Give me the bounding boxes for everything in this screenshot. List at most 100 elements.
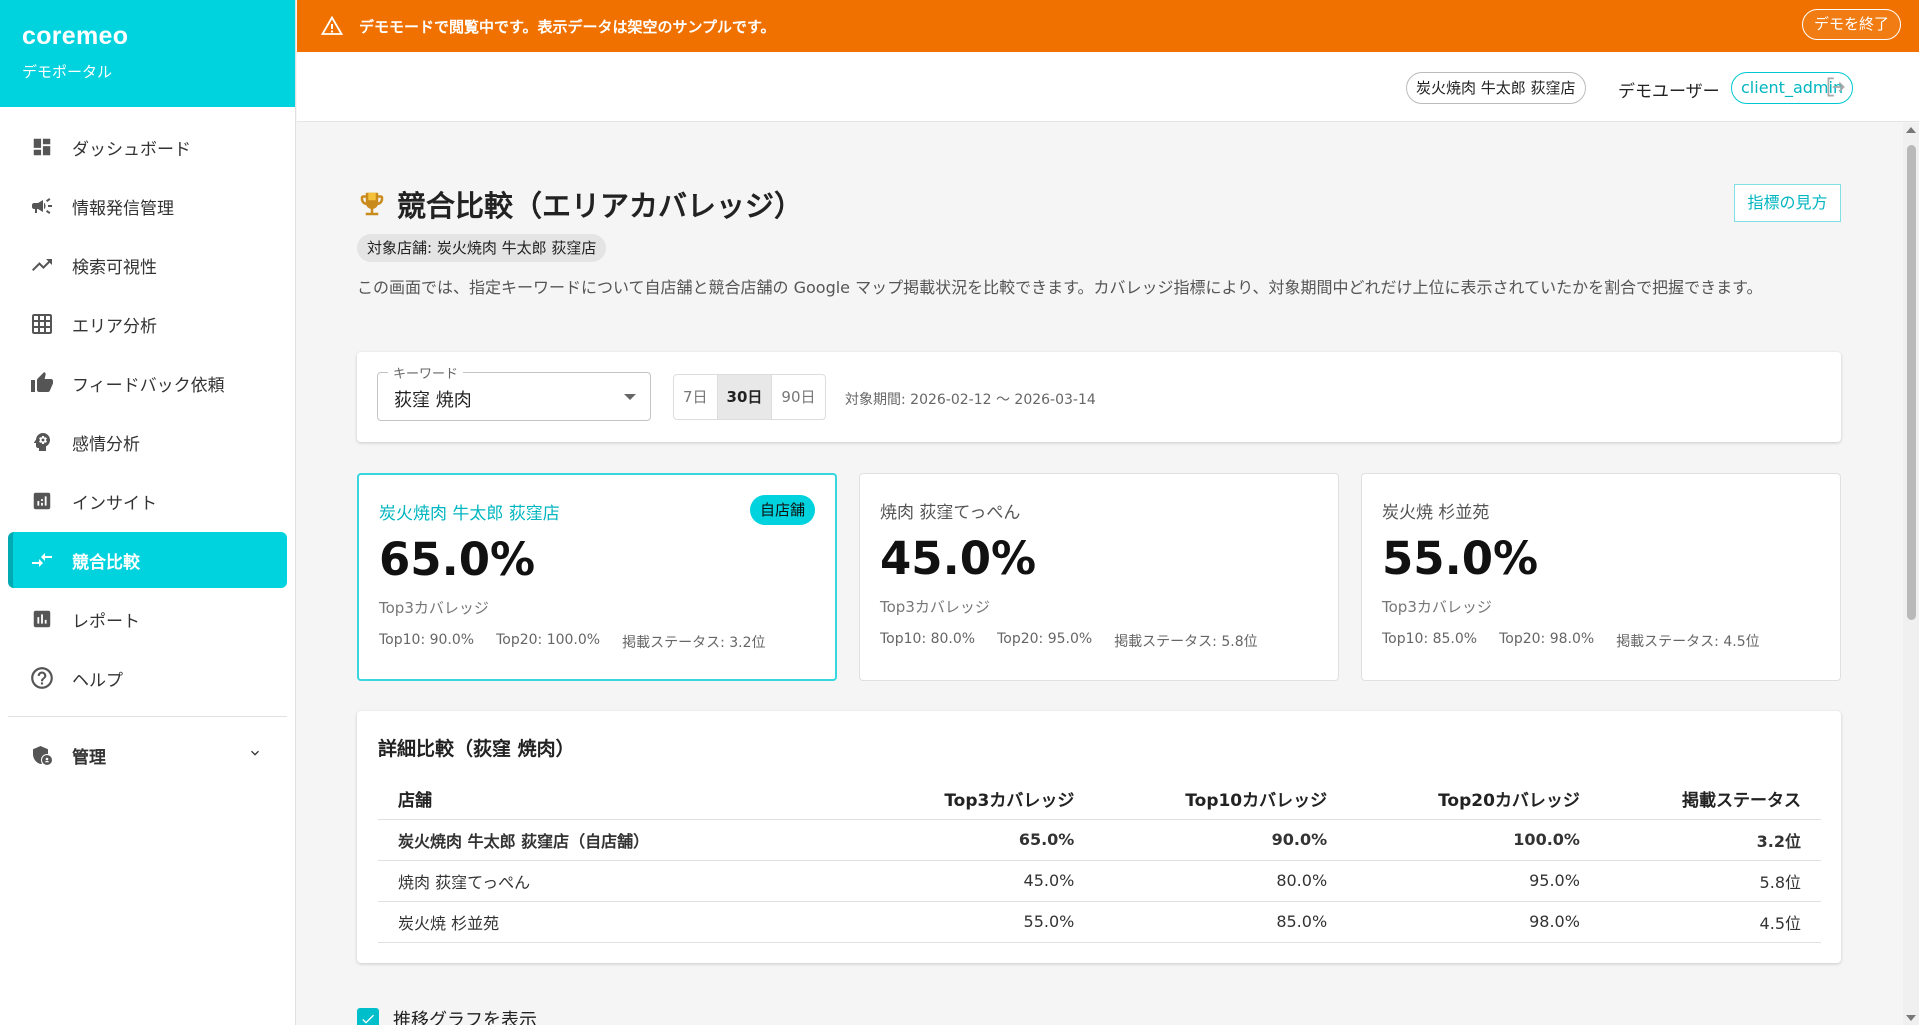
card-top3-label: Top3カバレッジ — [880, 598, 990, 616]
table-cell: 90.0% — [1094, 819, 1348, 861]
demo-banner-message: デモモードで閲覧中です。表示データは架空のサンプルです。 — [359, 17, 776, 36]
trend-graph-label: 推移グラフを表示 — [393, 1010, 537, 1025]
vertical-scrollbar[interactable] — [1903, 123, 1919, 1025]
sidebar-item-search-visibility[interactable]: 検索可視性 — [8, 237, 287, 293]
sidebar-item-label: 競合比較 — [72, 552, 140, 573]
card-top3-value: 45.0% — [880, 532, 1037, 585]
card-top3-value: 65.0% — [379, 533, 536, 586]
card-store-name: 炭火焼 杉並苑 — [1382, 503, 1490, 523]
checkbox-checked-icon[interactable] — [357, 1008, 379, 1025]
sidebar-item-competitor-comparison[interactable]: 競合比較 — [8, 532, 287, 588]
psychology-icon — [28, 428, 56, 456]
coverage-card-competitor: 焼肉 荻窪てっぺん 45.0% Top3カバレッジ Top10: 80.0% T… — [859, 473, 1339, 681]
table-row: 焼肉 荻窪てっぺん 45.0% 80.0% 95.0% 5.8位 — [378, 860, 1821, 902]
card-store-name: 炭火焼肉 牛太郎 荻窪店 — [379, 504, 560, 524]
table-row: 炭火焼 杉並苑 55.0% 85.0% 98.0% 4.5位 — [378, 901, 1821, 943]
trend-graph-toggle[interactable]: 推移グラフを表示 — [357, 1006, 537, 1025]
table-cell: 85.0% — [1094, 901, 1348, 943]
app-logo: coremeo — [22, 22, 129, 50]
own-store-badge: 自店舗 — [749, 495, 815, 525]
table-cell: 炭火焼 杉並苑 — [378, 901, 858, 943]
chevron-down-icon — [247, 745, 263, 766]
sidebar-item-area-analysis[interactable]: エリア分析 — [8, 296, 287, 352]
table-cell: 炭火焼肉 牛太郎 荻窪店（自店舗） — [378, 819, 858, 861]
card-top20: Top20: 95.0% — [997, 631, 1093, 647]
dashboard-icon — [28, 133, 56, 161]
metric-guide-button[interactable]: 指標の見方 — [1734, 184, 1841, 222]
page-title: 競合比較（エリアカバレッジ） — [357, 183, 803, 225]
sidebar: coremeo デモポータル ダッシュボード 情報発信管理 検索可視性 エリア分… — [0, 0, 296, 1025]
warning-icon — [319, 14, 345, 38]
detail-title: 詳細比較（荻窪 焼肉） — [378, 738, 575, 760]
sidebar-item-label: 情報発信管理 — [72, 198, 174, 219]
table-cell: 100.0% — [1347, 819, 1600, 861]
user-name: デモユーザー — [1618, 82, 1720, 102]
keyword-label: キーワード — [388, 363, 464, 382]
bar-chart-icon — [28, 605, 56, 633]
target-store-chip: 対象店舗: 炭火焼肉 牛太郎 荻窪店 — [357, 234, 607, 262]
target-period: 対象期間: 2026-02-12 〜 2026-03-14 — [845, 392, 1096, 408]
grid-icon — [28, 310, 56, 338]
card-top20: Top20: 98.0% — [1499, 631, 1595, 647]
scroll-down-arrow-icon[interactable] — [1906, 1015, 1916, 1021]
card-meta: Top10: 85.0% Top20: 98.0% 掲載ステータス: 4.5位 — [1382, 631, 1760, 651]
sidebar-item-feedback[interactable]: フィードバック依頼 — [8, 355, 287, 411]
brand-header[interactable]: coremeo デモポータル — [0, 0, 295, 107]
table-cell: 焼肉 荻窪てっぺん — [378, 860, 858, 902]
coverage-card-own: 炭火焼肉 牛太郎 荻窪店 自店舗 65.0% Top3カバレッジ Top10: … — [357, 473, 837, 681]
trending-up-icon — [28, 251, 56, 279]
sidebar-item-dashboard[interactable]: ダッシュボード — [8, 119, 287, 175]
detail-comparison-panel: 詳細比較（荻窪 焼肉） 店舗 Top3カバレッジ Top10カバレッジ Top2… — [357, 711, 1841, 963]
range-30d-button[interactable]: 30日 — [717, 375, 773, 419]
card-store-name: 焼肉 荻窪てっぺん — [880, 503, 1021, 523]
logout-icon[interactable] — [1823, 74, 1849, 104]
sidebar-item-insights[interactable]: インサイト — [8, 473, 287, 529]
keyword-value: 荻窪 焼肉 — [394, 390, 472, 411]
page-title-text: 競合比較（エリアカバレッジ） — [397, 189, 804, 223]
top-header: 炭火焼肉 牛太郎 荻窪店 デモユーザー client_admin — [297, 52, 1919, 122]
card-meta: Top10: 90.0% Top20: 100.0% 掲載ステータス: 3.2位 — [379, 632, 766, 652]
sidebar-item-label: 管理 — [72, 747, 106, 768]
table-cell: 80.0% — [1094, 860, 1348, 902]
end-demo-button[interactable]: デモを終了 — [1801, 9, 1901, 40]
sidebar-item-label: フィードバック依頼 — [72, 375, 225, 396]
card-top10: Top10: 80.0% — [880, 631, 976, 647]
scroll-up-arrow-icon[interactable] — [1906, 127, 1916, 133]
sidebar-item-label: 感情分析 — [72, 434, 140, 455]
card-top10: Top10: 85.0% — [1382, 631, 1478, 647]
range-toggle-group: 7日 30日 90日 — [673, 374, 826, 420]
insights-icon — [28, 487, 56, 515]
card-status: 掲載ステータス: 3.2位 — [622, 635, 766, 651]
card-top10: Top10: 90.0% — [379, 632, 475, 648]
store-selector-chip[interactable]: 炭火焼肉 牛太郎 荻窪店 — [1406, 72, 1586, 104]
help-icon — [28, 664, 56, 692]
compare-arrows-icon — [28, 546, 56, 574]
card-top20: Top20: 100.0% — [496, 632, 601, 648]
range-7d-button[interactable]: 7日 — [674, 375, 718, 419]
sidebar-nav: ダッシュボード 情報発信管理 検索可視性 エリア分析 フィードバック依頼 感情分… — [0, 107, 295, 783]
sidebar-item-report[interactable]: レポート — [8, 591, 287, 647]
page-description: この画面では、指定キーワードについて自店舗と競合店舗の Google マップ掲載… — [357, 278, 1763, 297]
column-header: Top10カバレッジ — [1094, 778, 1348, 820]
sidebar-item-help[interactable]: ヘルプ — [8, 650, 287, 706]
table-cell: 4.5位 — [1599, 901, 1821, 943]
column-header: Top3カバレッジ — [858, 778, 1095, 820]
table-row: 炭火焼肉 牛太郎 荻窪店（自店舗） 65.0% 90.0% 100.0% 3.2… — [378, 819, 1821, 861]
app-subtitle: デモポータル — [22, 63, 113, 81]
table-cell: 45.0% — [858, 860, 1095, 902]
sidebar-divider — [8, 716, 287, 717]
keyword-select[interactable]: キーワード 荻窪 焼肉 — [377, 363, 651, 421]
card-status: 掲載ステータス: 5.8位 — [1114, 634, 1258, 650]
sidebar-item-label: 検索可視性 — [72, 257, 157, 278]
sidebar-item-publishing[interactable]: 情報発信管理 — [8, 178, 287, 234]
sidebar-item-admin[interactable]: 管理 — [8, 727, 287, 783]
megaphone-icon — [28, 192, 56, 220]
table-header-row: 店舗 Top3カバレッジ Top10カバレッジ Top20カバレッジ 掲載ステー… — [378, 778, 1821, 820]
range-90d-button[interactable]: 90日 — [772, 375, 824, 419]
table-cell: 95.0% — [1347, 860, 1600, 902]
table-cell: 55.0% — [858, 901, 1095, 943]
scroll-thumb[interactable] — [1907, 145, 1916, 620]
column-header: 店舗 — [378, 778, 858, 820]
thumb-up-icon — [28, 369, 56, 397]
sidebar-item-sentiment[interactable]: 感情分析 — [8, 414, 287, 470]
